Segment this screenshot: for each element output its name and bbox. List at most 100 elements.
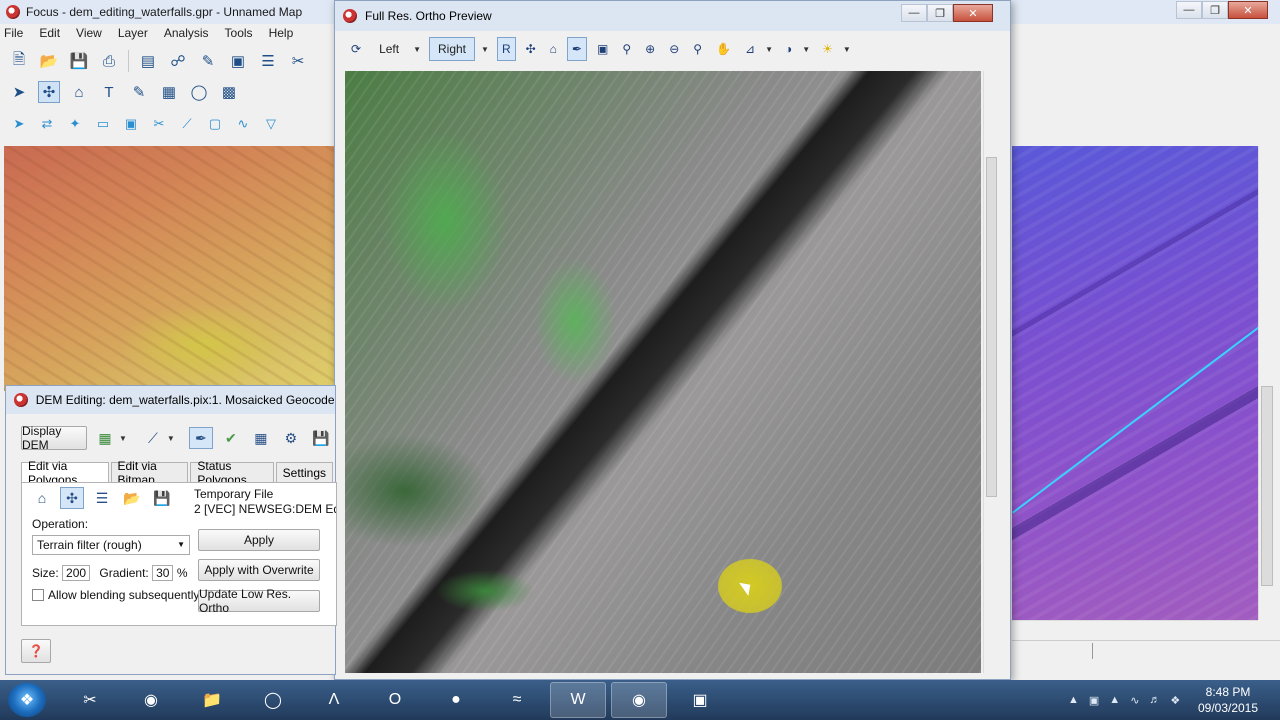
layers-icon[interactable]: ☰ [257,50,279,72]
line-draw-icon[interactable]: ⟋ [141,427,165,449]
print-icon[interactable]: ⎙ [98,50,120,72]
pencil-icon[interactable]: ✎ [128,81,150,103]
save-icon[interactable]: 💾 [150,487,174,509]
pci-app-icon[interactable]: ◯ [245,682,301,718]
menu-view[interactable]: View [76,26,102,40]
brightness-icon[interactable]: ☀ [818,37,837,61]
matlab-icon[interactable]: ≈ [489,682,545,718]
zoom-extent-icon[interactable]: ▣ [593,37,612,61]
map-vertical-scrollbar[interactable] [1258,146,1275,620]
apply-with-overwrite-button[interactable]: Apply with Overwrite [198,559,320,581]
volume-icon[interactable]: ♬ [1149,694,1160,706]
preview-scroll-thumb[interactable] [986,157,997,497]
checkmark-icon[interactable]: ✔ [219,427,243,449]
camera-recorder-icon[interactable]: ▣ [672,682,728,718]
right-view-button[interactable]: Right [429,37,476,61]
minimize-button[interactable]: — [1176,1,1202,19]
rectangle-icon[interactable]: ▢ [204,113,226,135]
save-icon[interactable]: 💾 [309,427,333,449]
paint-icon[interactable]: ▩ [218,81,240,103]
right-dropdown-arrow-icon[interactable]: ▼ [481,45,489,54]
joinme-icon[interactable]: ● [428,682,484,718]
close-button[interactable]: ✕ [1228,1,1268,19]
update-low-res-ortho-button[interactable]: Update Low Res. Ortho [198,587,320,615]
edit-vertex-icon[interactable]: ✣ [60,487,84,509]
operation-select[interactable]: Terrain filter (rough) ▼ [32,535,190,555]
zoom-in-icon[interactable]: ⊕ [641,37,659,61]
brightness-dropdown-icon[interactable]: ▼ [843,45,851,54]
preview-vertical-scrollbar[interactable] [983,71,999,673]
contrast-dropdown-icon[interactable]: ▼ [802,45,810,54]
contrast-icon[interactable]: ◑ [781,37,796,61]
tray-expand-icon[interactable]: ▲ [1068,694,1079,706]
frame-icon[interactable]: ▣ [227,50,249,72]
layers-icon[interactable]: ☰ [90,487,114,509]
geomatica-icon[interactable]: Λ [306,682,362,718]
file-explorer-icon[interactable]: 📁 [184,682,240,718]
draw-polygon-icon[interactable]: ✒ [566,37,587,61]
menu-analysis[interactable]: Analysis [164,26,209,40]
preview-minimize-button[interactable]: — [901,4,927,22]
lasso-icon[interactable]: ◯ [188,81,210,103]
menu-tools[interactable]: Tools [225,26,253,40]
filter-icon[interactable]: ▽ [260,113,282,135]
tab-settings[interactable]: Settings [275,462,333,482]
line-dropdown-icon[interactable]: ▼ [167,434,175,443]
polygon-icon[interactable]: ⌂ [68,81,90,103]
scroll-thumb[interactable] [1261,386,1273,586]
report-icon[interactable]: ▤ [137,50,159,72]
node-icon[interactable]: ✦ [64,113,86,135]
save-icon[interactable]: 💾 [68,50,90,72]
polygon-icon[interactable]: ⌂ [546,37,561,61]
focus-app-taskbar-icon[interactable]: ◉ [611,682,667,718]
vector-select-icon[interactable]: ➤ [8,113,30,135]
outlook-icon[interactable]: O [367,682,423,718]
grid-icon[interactable]: ▦ [158,81,180,103]
pan-hand-icon[interactable]: ✋ [712,37,735,61]
new-file-icon[interactable]: 🗎 [8,50,30,72]
swap-icon[interactable]: ⇄ [36,113,58,135]
map-horizontal-scrollbar[interactable] [1012,620,1258,636]
zoom-layer-icon[interactable]: ⚲ [689,37,706,61]
preview-maximize-button[interactable]: ❐ [927,4,953,22]
open-folder-icon[interactable]: 📂 [38,50,60,72]
network-icon[interactable]: ▲ [1109,694,1120,706]
help-icon[interactable]: ❓ [21,639,51,663]
link-icon[interactable]: ☍ [167,50,189,72]
dem-color-icon[interactable]: ▦ [93,427,117,449]
snipping-tool-icon[interactable]: ✂ [62,682,118,718]
taskbar-clock[interactable]: 8:48 PM 09/03/2015 [1188,684,1268,716]
start-button[interactable]: ❖ [8,683,46,717]
left-dem-map-view[interactable] [4,146,334,391]
gradient-input[interactable]: 30 [152,565,174,581]
maximize-button[interactable]: ❐ [1202,1,1228,19]
ruler-icon[interactable]: ▦ [249,427,273,449]
enhancement-dropdown-icon[interactable]: ▼ [765,45,773,54]
open-folder-icon[interactable]: 📂 [120,487,144,509]
eraser-icon[interactable]: ✎ [197,50,219,72]
zoom-box-icon[interactable]: ⚲ [618,37,635,61]
word-icon[interactable]: W [550,682,606,718]
tray-app-icon[interactable]: ▣ [1089,694,1099,707]
scissors-icon[interactable]: ✂ [287,50,309,72]
size-input[interactable]: 200 [62,565,91,581]
select-arrow-icon[interactable]: ➤ [8,81,30,103]
refresh-icon[interactable]: ⟳ [347,37,365,61]
left-view-button[interactable]: Left [371,37,407,61]
menu-layer[interactable]: Layer [118,26,148,40]
zoom-out-icon[interactable]: ⊖ [665,37,683,61]
shape-icon[interactable]: ▭ [92,113,114,135]
line-icon[interactable]: ⟋ [176,113,198,135]
preview-close-button[interactable]: ✕ [953,4,993,22]
dropbox-icon[interactable]: ❖ [1170,694,1180,707]
right-hillshade-map-view[interactable] [1012,146,1258,620]
blend-checkbox[interactable] [32,589,44,601]
menu-edit[interactable]: Edit [39,26,60,40]
smooth-icon[interactable]: ∿ [232,113,254,135]
dem-color-dropdown-icon[interactable]: ▼ [119,434,127,443]
tab-status-polygons[interactable]: Status Polygons [190,459,274,487]
chrome-icon[interactable]: ◉ [123,682,179,718]
stereo-r-icon[interactable]: R [496,37,516,61]
draw-polygon-icon[interactable]: ✒ [188,427,213,449]
menu-help[interactable]: Help [269,26,294,40]
